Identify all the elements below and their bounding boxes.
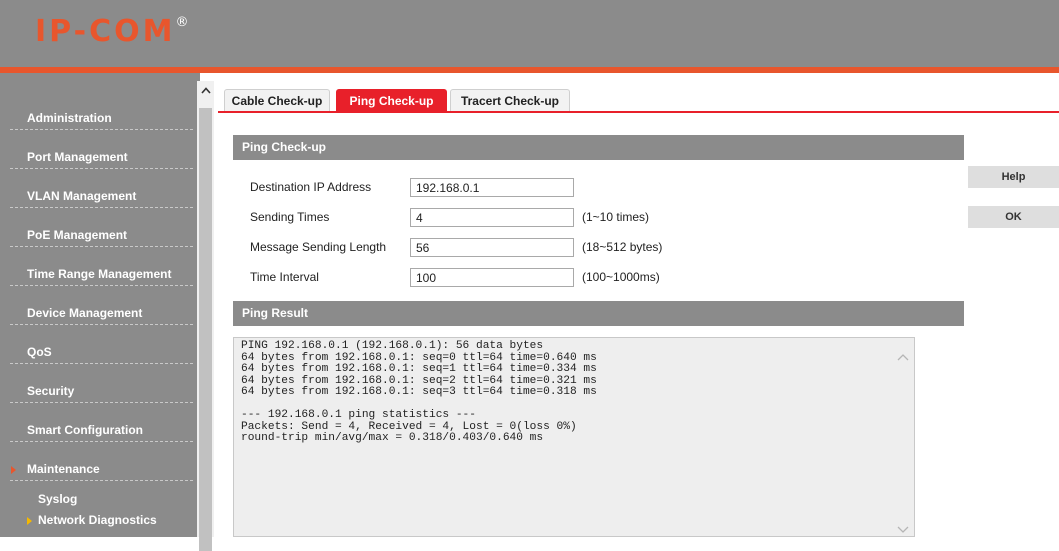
sidebar-scrollbar[interactable] — [197, 81, 214, 551]
result-line: round-trip min/avg/max = 0.318/0.403/0.6… — [241, 432, 544, 444]
divider — [10, 285, 193, 286]
sidebar-item-label: PoE Management — [27, 228, 128, 242]
sending-times-hint: (1~10 times) — [582, 210, 650, 224]
chevron-up-icon[interactable] — [897, 353, 909, 361]
divider — [10, 246, 193, 247]
sidebar-item-maintenance[interactable]: Maintenance — [0, 445, 197, 484]
sidebar-top-spacer — [0, 73, 200, 81]
tab-underline — [218, 111, 1059, 113]
message-length-field[interactable] — [410, 238, 574, 257]
destination-ip-field[interactable] — [410, 178, 574, 197]
sidebar-item-label: VLAN Management — [27, 189, 137, 203]
sidebar-nav: Administration Port Management VLAN Mana… — [0, 81, 197, 537]
sidebar-item-security[interactable]: Security — [0, 367, 197, 406]
scroll-up-button[interactable] — [197, 81, 214, 99]
sending-times-field[interactable] — [410, 208, 574, 227]
tab-ping-check-up[interactable]: Ping Check-up — [336, 89, 447, 111]
logo-text: IP-COM — [35, 14, 176, 49]
chevron-down-icon[interactable] — [897, 526, 909, 534]
divider — [10, 402, 193, 403]
result-line: 64 bytes from 192.168.0.1: seq=1 ttl=64 … — [241, 363, 597, 375]
sidebar-item-smart-configuration[interactable]: Smart Configuration — [0, 406, 197, 445]
divider — [10, 363, 193, 364]
sidebar-item-label: QoS — [27, 345, 52, 359]
sidebar-item-device-management[interactable]: Device Management — [0, 289, 197, 328]
time-interval-hint: (100~1000ms) — [582, 270, 660, 284]
ok-button[interactable]: OK — [968, 206, 1059, 228]
divider — [10, 207, 193, 208]
time-interval-field[interactable] — [410, 268, 574, 287]
sidebar-item-label: Port Management — [27, 150, 128, 164]
ping-result-output: PING 192.168.0.1 (192.168.0.1): 56 data … — [241, 340, 597, 445]
message-length-hint: (18~512 bytes) — [582, 240, 663, 254]
result-section-title: Ping Result — [233, 301, 964, 326]
chevron-up-icon — [200, 86, 211, 94]
result-line: 64 bytes from 192.168.0.1: seq=3 ttl=64 … — [241, 386, 597, 398]
divider — [10, 441, 193, 442]
header-bar: IP-COM® — [0, 0, 1059, 67]
tab-cable-check-up[interactable]: Cable Check-up — [224, 89, 330, 111]
sidebar-item-label: Time Range Management — [27, 267, 172, 281]
sidebar-subitem-syslog[interactable]: Syslog — [38, 492, 77, 506]
caret-right-icon — [11, 466, 16, 474]
sidebar-item-label: Smart Configuration — [27, 423, 143, 437]
sidebar-item-time-range-management[interactable]: Time Range Management — [0, 250, 197, 289]
caret-right-icon — [27, 517, 32, 525]
registered-mark: ® — [175, 15, 189, 30]
scrollbar-thumb[interactable] — [199, 108, 212, 551]
brand-logo: IP-COM® — [35, 14, 188, 49]
message-length-label: Message Sending Length — [250, 240, 387, 254]
divider — [10, 324, 193, 325]
time-interval-label: Time Interval — [250, 270, 319, 284]
sidebar-item-administration[interactable]: Administration — [0, 94, 197, 133]
sidebar-subitem-network-diagnostics[interactable]: Network Diagnostics — [38, 513, 157, 527]
sidebar-item-vlan-management[interactable]: VLAN Management — [0, 172, 197, 211]
sidebar-item-label: Security — [27, 384, 75, 398]
result-line: PING 192.168.0.1 (192.168.0.1): 56 data … — [241, 340, 544, 352]
divider — [10, 129, 193, 130]
sidebar-item-label: Maintenance — [27, 462, 100, 476]
sidebar-item-qos[interactable]: QoS — [0, 328, 197, 367]
ping-section-title: Ping Check-up — [233, 135, 964, 160]
sidebar-item-port-management[interactable]: Port Management — [0, 133, 197, 172]
divider — [10, 168, 193, 169]
divider — [10, 480, 193, 481]
sidebar-item-poe-management[interactable]: PoE Management — [0, 211, 197, 250]
result-line: --- 192.168.0.1 ping statistics --- — [241, 409, 476, 421]
sidebar-item-label: Administration — [27, 111, 112, 125]
help-button[interactable]: Help — [968, 166, 1059, 188]
tab-tracert-check-up[interactable]: Tracert Check-up — [450, 89, 570, 111]
ping-result-textarea[interactable]: PING 192.168.0.1 (192.168.0.1): 56 data … — [233, 337, 915, 537]
sending-times-label: Sending Times — [250, 210, 330, 224]
sidebar-item-label: Device Management — [27, 306, 143, 320]
destination-ip-label: Destination IP Address — [250, 180, 372, 194]
